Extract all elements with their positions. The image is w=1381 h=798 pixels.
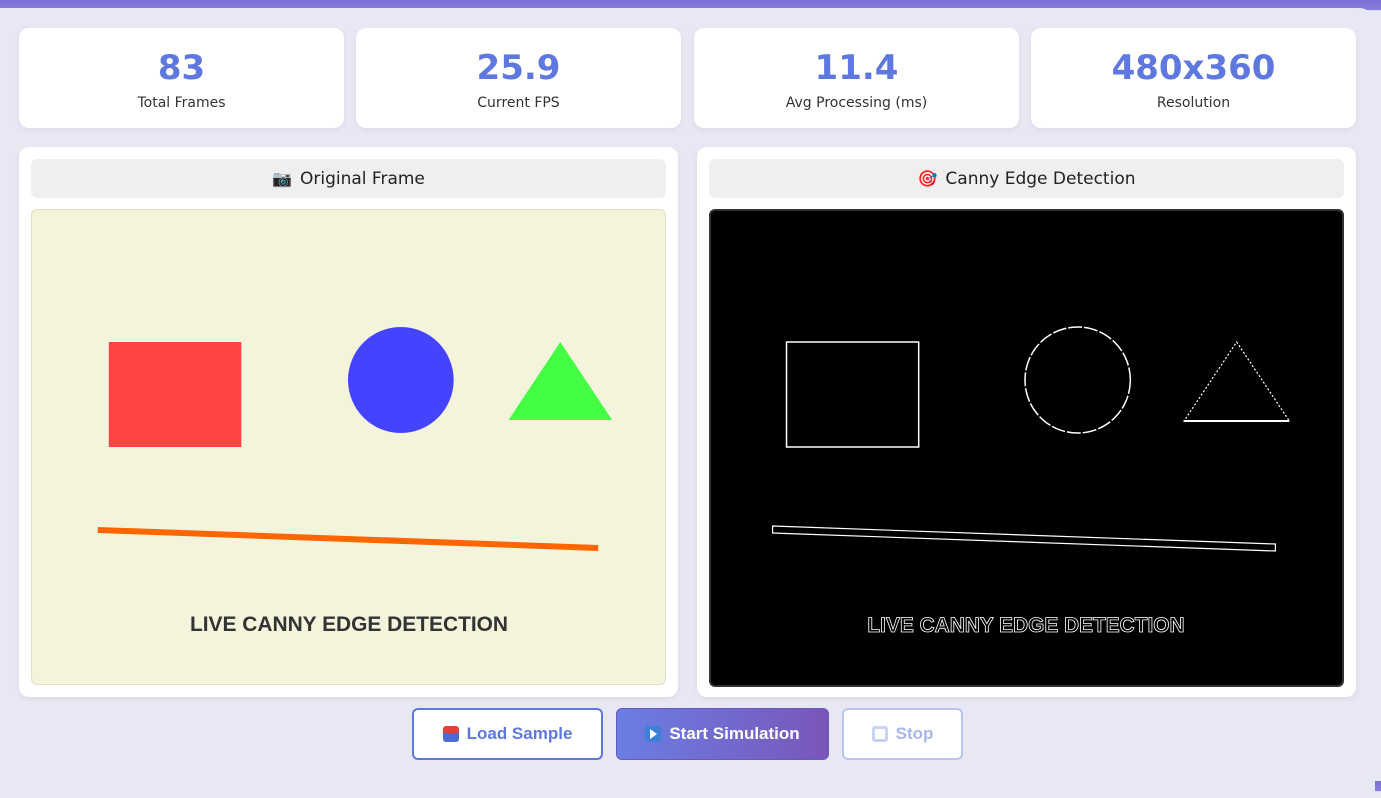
line-edge — [772, 525, 1277, 552]
red-square — [108, 342, 242, 447]
stat-value: 83 — [157, 48, 206, 88]
load-icon — [442, 726, 459, 742]
stat-card-total-frames: 83 Total Frames — [19, 28, 344, 128]
square-edge — [785, 341, 920, 448]
stat-label: Avg Processing (ms) — [785, 95, 928, 111]
green-triangle — [508, 342, 613, 420]
panel-title: Original Frame — [300, 168, 425, 189]
panel-header: 📷 Original Frame — [31, 159, 666, 198]
stop-label: Stop — [895, 724, 934, 743]
original-frame-panel: 📷 Original Frame LIVE CANNY EDGE DETECTI… — [19, 147, 678, 697]
triangle-edge — [1182, 340, 1291, 422]
frame-caption: LIVE CANNY EDGE DETECTION — [190, 613, 508, 636]
canny-edge-panel: 🎯 Canny Edge Detection LIVE CANNY EDGE D… — [697, 147, 1356, 697]
stat-label: Resolution — [1156, 95, 1231, 111]
stat-label: Current FPS — [477, 95, 560, 111]
stat-value: 480x360 — [1111, 48, 1276, 88]
start-simulation-button[interactable]: Start Simulation — [616, 708, 829, 760]
circle-edge — [1024, 326, 1132, 434]
panel-title: Canny Edge Detection — [945, 168, 1136, 189]
canny-edge-image: LIVE CANNY EDGE DETECTION — [772, 326, 1291, 637]
load-sample-button[interactable]: Load Sample — [412, 708, 603, 760]
blue-circle — [348, 327, 454, 433]
camera-icon: 📷 — [272, 169, 292, 188]
stop-icon — [871, 726, 888, 742]
stat-card-resolution: 480x360 Resolution — [1031, 28, 1356, 128]
original-frame-image: LIVE CANNY EDGE DETECTION — [97, 327, 613, 636]
stop-button[interactable]: Stop — [842, 708, 963, 760]
panel-header: 🎯 Canny Edge Detection — [709, 159, 1344, 198]
play-icon — [645, 726, 662, 742]
stat-card-avg-processing: 11.4 Avg Processing (ms) — [694, 28, 1019, 128]
target-icon: 🎯 — [917, 169, 938, 188]
start-simulation-label: Start Simulation — [669, 724, 800, 743]
edge-caption: LIVE CANNY EDGE DETECTION — [867, 614, 1184, 637]
original-frame-canvas: LIVE CANNY EDGE DETECTION — [31, 209, 666, 685]
stat-label: Total Frames — [137, 95, 226, 111]
orange-line — [97, 527, 599, 551]
load-sample-label: Load Sample — [466, 724, 573, 743]
canny-edge-canvas: LIVE CANNY EDGE DETECTION — [709, 209, 1344, 687]
stat-value: 11.4 — [814, 48, 899, 88]
app-container: 83 Total Frames 25.9 Current FPS 11.4 Av… — [0, 8, 1375, 798]
stat-value: 25.9 — [476, 48, 561, 88]
stat-card-current-fps: 25.9 Current FPS — [356, 28, 681, 128]
